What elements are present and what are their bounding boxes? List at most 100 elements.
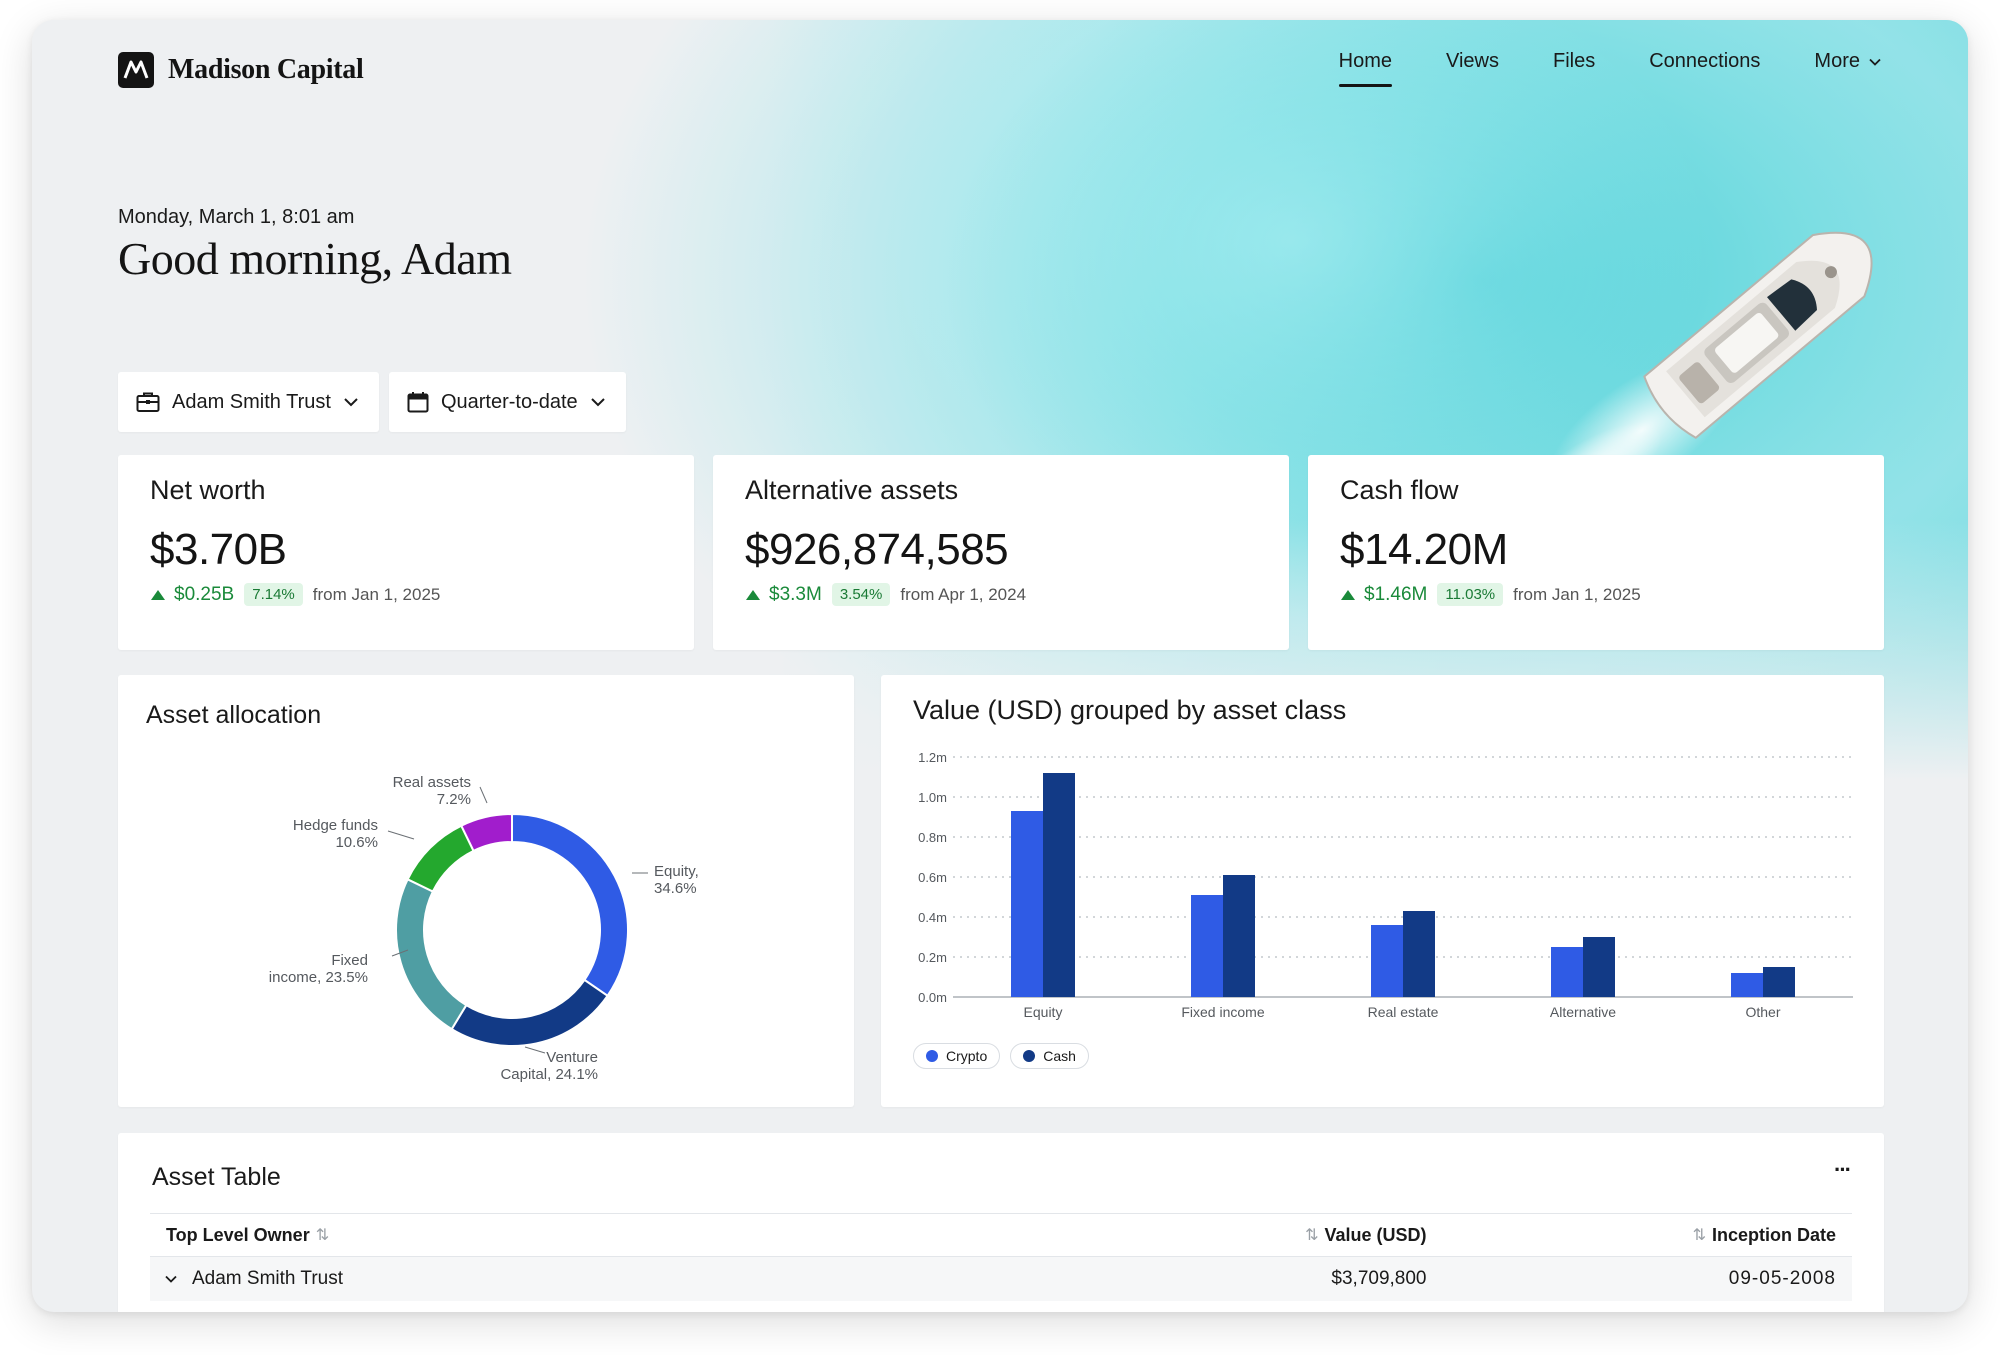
asset-allocation-card: Asset allocation Equity, 34.6% Venture Capi… (118, 675, 854, 1107)
kpi-pct-badge: 7.14% (244, 583, 303, 606)
bar-crypto-alternative[interactable] (1551, 947, 1583, 997)
column-top-level-owner[interactable]: Top Level Owner ⇅ (150, 1225, 1001, 1246)
bar-cash-equity[interactable] (1043, 773, 1075, 997)
top-nav: Home Views Files Connections More (1338, 50, 1882, 87)
table-row[interactable]: Adam Smith Trust $3,709,800 09-05-2008 (150, 1257, 1852, 1301)
y-tick-label: 1.0m (918, 790, 947, 805)
nav-home[interactable]: Home (1338, 50, 1393, 87)
donut-label: 10.6% (335, 834, 378, 851)
row-owner: Adam Smith Trust (192, 1268, 343, 1289)
y-tick-label: 0.2m (918, 950, 947, 965)
chevron-down-icon[interactable] (164, 1272, 178, 1286)
kpi-from: from Jan 1, 2025 (312, 584, 441, 604)
chevron-down-icon (344, 398, 358, 407)
brand-name: Madison Capital (168, 54, 364, 85)
bar-crypto-fixed-income[interactable] (1191, 895, 1223, 997)
donut-label: Fixed (331, 952, 368, 969)
bar-cash-other[interactable] (1763, 967, 1795, 997)
donut-label: Venture (546, 1049, 598, 1066)
kpi-cash-flow[interactable]: Cash flow $14.20M $1.46M 11.03% from Jan… (1308, 455, 1884, 650)
kpi-from: from Jan 1, 2025 (1513, 584, 1641, 604)
kpi-value: $14.20M (1340, 525, 1508, 574)
kpi-change: $1.46M 11.03% from Jan 1, 2025 (1340, 583, 1641, 606)
x-tick-label: Fixed income (1181, 1004, 1264, 1020)
boat-illustration (1532, 231, 1873, 500)
nav-more[interactable]: More (1814, 50, 1882, 87)
legend-item-crypto[interactable]: Crypto (913, 1043, 1001, 1069)
filter-bar: Adam Smith Trust Quarter-to-date (118, 372, 626, 432)
kpi-net-worth[interactable]: Net worth $3.70B $0.25B 7.14% from Jan 1… (118, 455, 694, 650)
kpi-title: Cash flow (1340, 475, 1459, 505)
sort-icon: ⇅ (1692, 1227, 1706, 1244)
brand-logo[interactable]: Madison Capital (118, 52, 364, 88)
donut-label: Equity, (654, 863, 699, 880)
x-tick-label: Other (1745, 1004, 1780, 1020)
donut-slice-equity[interactable] (511, 812, 629, 998)
column-value-usd[interactable]: ⇅ Value (USD) (1001, 1225, 1426, 1246)
bar-cash-alternative[interactable] (1583, 937, 1615, 997)
legend-swatch (1023, 1050, 1036, 1062)
bar-crypto-real-estate[interactable] (1371, 925, 1403, 997)
logo-mark-icon (118, 52, 154, 88)
donut-slice-fixed-income[interactable] (395, 877, 468, 1031)
donut-label: Capital, 24.1% (500, 1066, 598, 1083)
arrow-up-icon (151, 589, 165, 600)
donut-label: income, 23.5% (269, 969, 368, 986)
kpi-from: from Apr 1, 2024 (900, 584, 1027, 604)
asset-table-title: Asset Table (152, 1163, 281, 1191)
row-value: $3,709,800 (1331, 1268, 1427, 1289)
y-tick-label: 0.8m (918, 830, 947, 845)
x-tick-label: Equity (1024, 1004, 1063, 1020)
donut-slice-venture-capital[interactable] (450, 978, 609, 1047)
donut-leader-line (479, 786, 488, 804)
sort-icon: ⇅ (315, 1227, 330, 1244)
donut-leader-line (524, 1046, 546, 1054)
nav-connections[interactable]: Connections (1649, 50, 1760, 87)
bar-cash-fixed-income[interactable] (1223, 875, 1255, 997)
entity-select[interactable]: Adam Smith Trust (118, 372, 379, 432)
asset-table-card: Asset Table ··· Top Level Owner ⇅ ⇅ Valu… (118, 1133, 1884, 1312)
table-header: Top Level Owner ⇅ ⇅ Value (USD) ⇅ Incept… (150, 1213, 1852, 1257)
nav-views[interactable]: Views (1446, 50, 1499, 87)
donut-leader-line (387, 830, 415, 840)
kpi-change: $0.25B 7.14% from Jan 1, 2025 (150, 583, 440, 606)
value-by-asset-class-card: Value (USD) grouped by asset class 0.0m 0… (881, 675, 1884, 1107)
briefcase-icon (136, 392, 160, 412)
kpi-change: $3.3M 3.54% from Apr 1, 2024 (745, 583, 1026, 606)
y-tick-label: 0.4m (918, 910, 947, 925)
y-tick-label: 0.6m (918, 870, 947, 885)
donut-slice-hedge-funds[interactable] (406, 824, 475, 893)
more-options-button[interactable]: ··· (1834, 1157, 1852, 1183)
donut-label: Hedge funds (293, 817, 378, 834)
calendar-icon (407, 392, 429, 413)
kpi-title: Net worth (150, 475, 266, 505)
legend-item-cash[interactable]: Cash (1010, 1043, 1089, 1069)
legend-swatch (926, 1050, 938, 1062)
arrow-up-icon (746, 589, 760, 600)
kpi-alternative-assets[interactable]: Alternative assets $926,874,585 $3.3M 3.… (713, 455, 1289, 650)
row-inception-date: 09-05-2008 (1728, 1268, 1836, 1289)
greeting-date: Monday, March 1, 8:01 am (118, 206, 355, 228)
kpi-value: $3.70B (150, 525, 287, 574)
kpi-title: Alternative assets (745, 475, 959, 505)
y-tick-label: 1.2m (918, 750, 947, 765)
x-tick-label: Alternative (1550, 1004, 1616, 1020)
donut-label: 34.6% (654, 880, 697, 897)
kpi-value: $926,874,585 (745, 525, 1009, 574)
period-select[interactable]: Quarter-to-date (388, 372, 626, 432)
kpi-pct-badge: 11.03% (1437, 583, 1504, 606)
chart-legend: Crypto Cash (913, 1043, 1089, 1069)
bar-cash-real-estate[interactable] (1403, 911, 1435, 997)
donut-label: 7.2% (437, 791, 471, 808)
asset-allocation-donut: Equity,34.6% VentureCapital, 24.1% Fixedin… (269, 774, 699, 1083)
donut-label: Real assets (393, 774, 471, 791)
arrow-up-icon (1341, 589, 1355, 600)
x-tick-label: Real estate (1368, 1004, 1439, 1020)
bar-crypto-other[interactable] (1731, 973, 1763, 997)
app-window: Madison Capital Home Views Files Connect… (32, 20, 1968, 1312)
greeting-title: Good morning, Adam (118, 233, 512, 284)
nav-files[interactable]: Files (1553, 50, 1595, 87)
column-inception-date[interactable]: ⇅ Inception Date (1427, 1225, 1853, 1246)
chevron-down-icon (1869, 58, 1881, 66)
bar-crypto-equity[interactable] (1011, 811, 1043, 997)
